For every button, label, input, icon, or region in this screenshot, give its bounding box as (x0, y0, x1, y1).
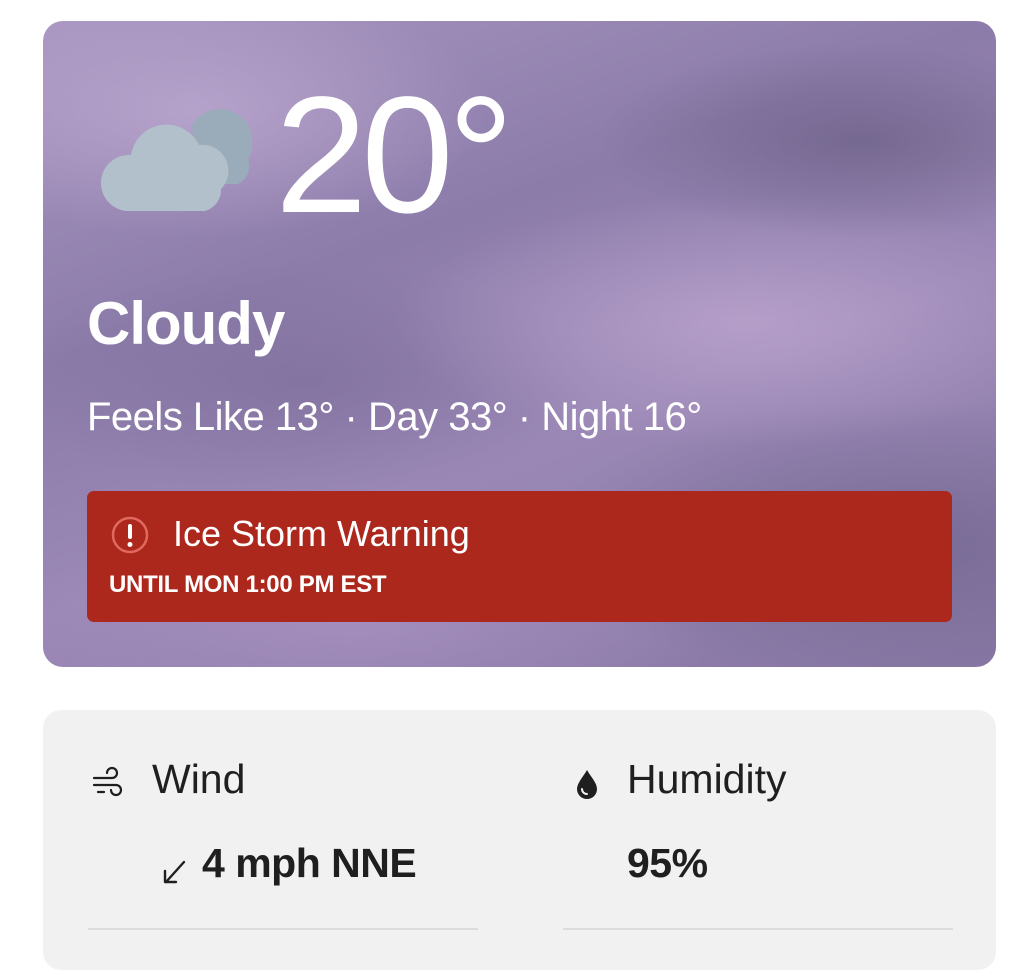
current-temperature: 20° (275, 63, 514, 248)
divider (88, 928, 478, 930)
divider (563, 928, 953, 930)
humidity-label: Humidity (627, 756, 787, 802)
arrow-down-left-icon (163, 860, 186, 884)
cloudy-icon (100, 109, 252, 211)
alert-expiry: UNTIL MON 1:00 PM EST (109, 571, 387, 598)
wind-icon (92, 766, 123, 797)
current-conditions-card: 20° Cloudy Feels Like 13° · Day 33° · Ni… (43, 21, 996, 667)
humidity-value: 95% (627, 840, 708, 886)
weather-details-panel: Wind 4 mph NNE Humidity 95% (43, 710, 996, 970)
wind-value: 4 mph NNE (202, 840, 417, 886)
feels-like-summary: Feels Like 13° · Day 33° · Night 16° (87, 395, 702, 439)
droplet-icon (577, 770, 597, 799)
wind-label: Wind (152, 756, 246, 802)
condition-phrase: Cloudy (87, 290, 285, 357)
weather-alert-banner[interactable]: Ice Storm Warning UNTIL MON 1:00 PM EST (87, 491, 952, 622)
alert-icon (111, 516, 149, 554)
alert-title: Ice Storm Warning (173, 513, 470, 554)
